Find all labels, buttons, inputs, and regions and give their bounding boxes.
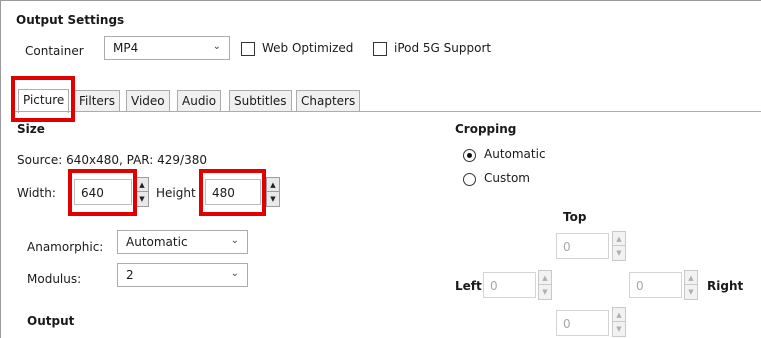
crop-custom-label: Custom bbox=[484, 171, 530, 185]
chevron-down-icon: ⌄ bbox=[230, 235, 239, 246]
crop-right-label: Right bbox=[707, 279, 744, 293]
chevron-down-icon: ⌄ bbox=[212, 41, 221, 52]
up-arrow-icon[interactable]: ▲ bbox=[613, 308, 625, 322]
up-arrow-icon[interactable]: ▲ bbox=[613, 232, 625, 246]
anamorphic-dropdown[interactable]: Automatic ⌄ bbox=[117, 230, 248, 254]
crop-top-input[interactable]: 0 bbox=[556, 233, 609, 259]
crop-automatic-label: Automatic bbox=[484, 147, 546, 161]
down-arrow-icon[interactable]: ▼ bbox=[613, 246, 625, 260]
crop-right-value: 0 bbox=[636, 279, 644, 293]
anamorphic-value: Automatic bbox=[126, 235, 188, 249]
crop-top-label: Top bbox=[563, 210, 587, 224]
source-info: Source: 640x480, PAR: 429/380 bbox=[17, 153, 207, 167]
output-heading: Output bbox=[27, 314, 75, 328]
tab-audio-label: Audio bbox=[182, 94, 217, 108]
picture-tab-highlight bbox=[11, 76, 75, 122]
crop-bottom-value: 0 bbox=[563, 317, 571, 331]
down-arrow-icon[interactable]: ▼ bbox=[267, 192, 279, 206]
height-field-highlight bbox=[199, 169, 266, 216]
height-spinner[interactable]: ▲ ▼ bbox=[266, 177, 280, 207]
output-settings-title: Output Settings bbox=[16, 13, 125, 27]
container-value: MP4 bbox=[113, 41, 139, 55]
modulus-dropdown[interactable]: 2 ⌄ bbox=[117, 263, 248, 287]
tab-divider bbox=[14, 111, 761, 112]
tab-filters-label: Filters bbox=[79, 94, 115, 108]
crop-top-value: 0 bbox=[563, 240, 571, 254]
tab-audio[interactable]: Audio bbox=[177, 90, 222, 112]
up-arrow-icon[interactable]: ▲ bbox=[267, 178, 279, 192]
size-heading: Size bbox=[17, 122, 45, 136]
cropping-heading: Cropping bbox=[455, 122, 517, 136]
down-arrow-icon[interactable]: ▼ bbox=[539, 285, 551, 299]
modulus-label: Modulus: bbox=[27, 272, 82, 286]
tab-video[interactable]: Video bbox=[126, 90, 170, 112]
tab-subtitles[interactable]: Subtitles bbox=[229, 90, 292, 112]
down-arrow-icon[interactable]: ▼ bbox=[685, 285, 697, 299]
tab-chapters-label: Chapters bbox=[301, 94, 356, 108]
chevron-down-icon: ⌄ bbox=[230, 268, 239, 279]
container-label: Container bbox=[25, 44, 84, 58]
crop-right-input[interactable]: 0 bbox=[629, 272, 682, 298]
crop-bottom-input[interactable]: 0 bbox=[556, 310, 609, 336]
ipod-5g-support-label: iPod 5G Support bbox=[394, 41, 492, 55]
crop-bottom-spinner[interactable]: ▲ ▼ bbox=[612, 307, 626, 337]
container-dropdown[interactable]: MP4 ⌄ bbox=[104, 36, 230, 60]
crop-automatic-radio[interactable] bbox=[463, 149, 476, 162]
width-field-highlight bbox=[68, 169, 137, 216]
ipod-5g-support-checkbox[interactable] bbox=[373, 42, 387, 56]
down-arrow-icon[interactable]: ▼ bbox=[613, 322, 625, 336]
anamorphic-label: Anamorphic: bbox=[27, 240, 104, 254]
up-arrow-icon[interactable]: ▲ bbox=[136, 178, 148, 192]
crop-custom-radio[interactable] bbox=[463, 173, 476, 186]
height-label: Height bbox=[156, 186, 196, 200]
radio-selected-dot bbox=[467, 153, 472, 158]
tab-chapters[interactable]: Chapters bbox=[296, 90, 361, 112]
down-arrow-icon[interactable]: ▼ bbox=[136, 192, 148, 206]
web-optimized-label: Web Optimized bbox=[262, 41, 354, 55]
crop-left-spinner[interactable]: ▲ ▼ bbox=[538, 270, 552, 300]
up-arrow-icon[interactable]: ▲ bbox=[685, 271, 697, 285]
tab-filters[interactable]: Filters bbox=[74, 90, 120, 112]
tab-video-label: Video bbox=[131, 94, 165, 108]
tab-subtitles-label: Subtitles bbox=[234, 94, 287, 108]
crop-top-spinner[interactable]: ▲ ▼ bbox=[612, 231, 626, 261]
width-label: Width: bbox=[17, 186, 56, 200]
up-arrow-icon[interactable]: ▲ bbox=[539, 271, 551, 285]
crop-left-label: Left bbox=[455, 279, 482, 293]
modulus-value: 2 bbox=[126, 268, 134, 282]
crop-left-input[interactable]: 0 bbox=[483, 272, 536, 298]
crop-right-spinner[interactable]: ▲ ▼ bbox=[684, 270, 698, 300]
web-optimized-checkbox[interactable] bbox=[241, 42, 255, 56]
width-spinner[interactable]: ▲ ▼ bbox=[135, 177, 149, 207]
crop-left-value: 0 bbox=[490, 279, 498, 293]
